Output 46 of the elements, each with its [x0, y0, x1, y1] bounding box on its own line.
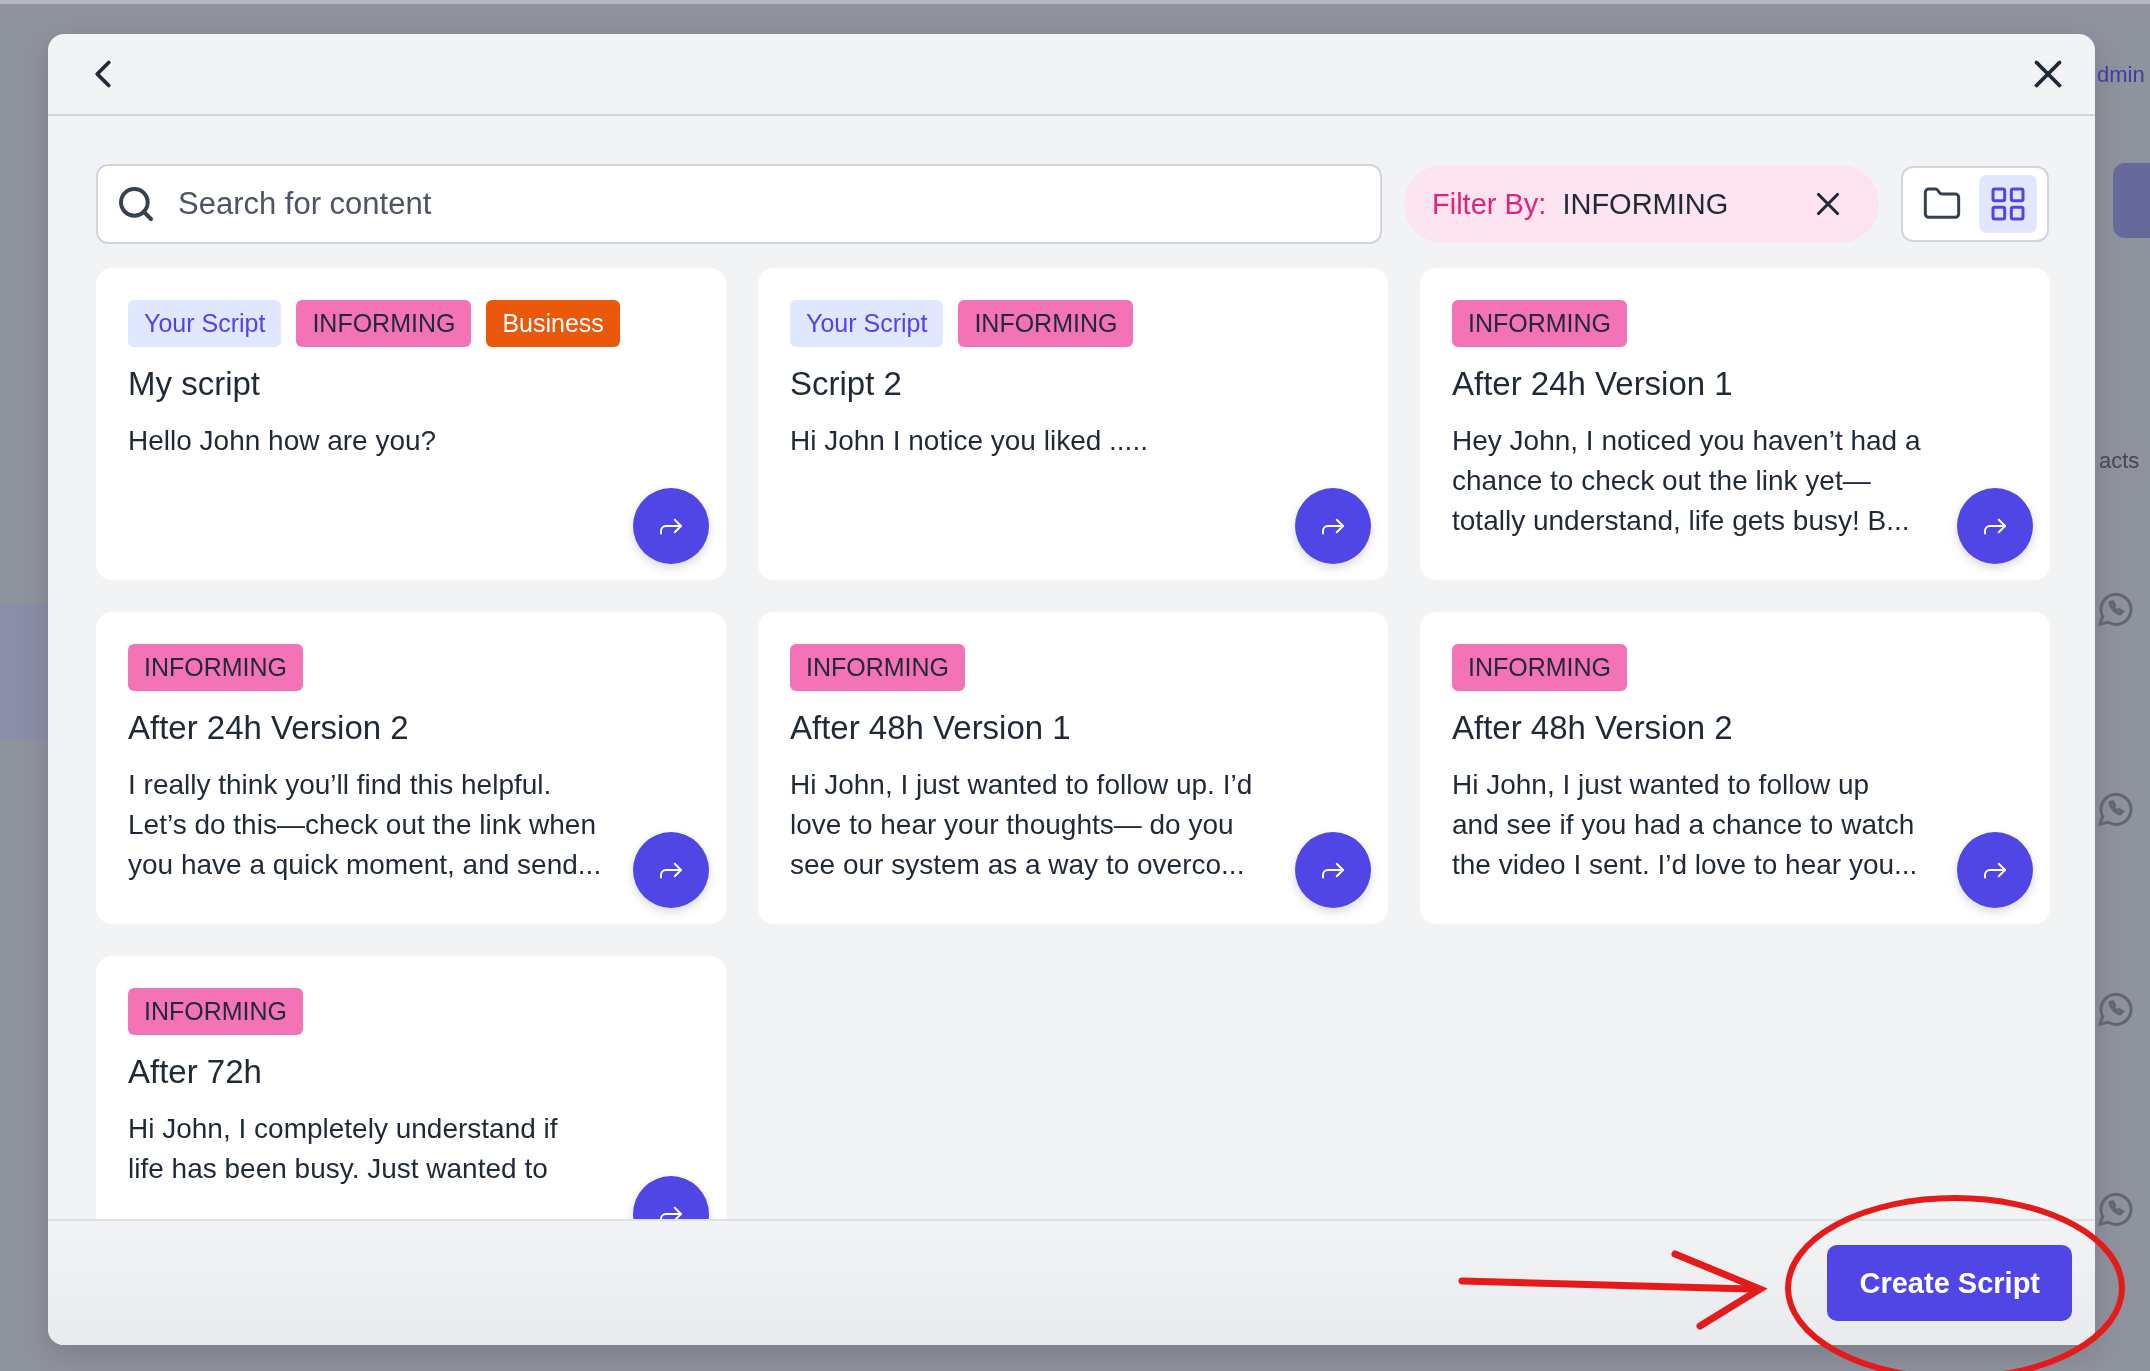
tag: INFORMING: [958, 300, 1134, 347]
tag: INFORMING: [1452, 300, 1628, 347]
script-preview: Hey John, I noticed you haven’t had a chance to check out the link yet— totally understand, life gets busy! B...: [1452, 424, 1921, 538]
filter-value: INFORMING: [1562, 187, 1730, 221]
create-script-button[interactable]: Create Script: [1827, 1245, 2072, 1321]
share-button[interactable]: [1957, 488, 2033, 564]
script-card[interactable]: INFORMING After 24h Version 2 I really think you’ll find this helpful. Let’s do this—check out the link when you have a quick moment, and send...: [96, 612, 726, 924]
script-preview: I really think you’ll find this helpful. Let’s do this—check out the link when you have a quick moment, and send...: [128, 768, 602, 882]
script-card[interactable]: INFORMING After 48h Version 2 Hi John, I just wanted to follow up and see if you had a chance to watch the video I sent. I’d love to hear you...: [1420, 612, 2050, 924]
search-icon: [116, 184, 156, 224]
script-card[interactable]: Your Script INFORMING Business My script Hello John how are you?: [96, 268, 726, 580]
script-title: After 48h Version 1: [790, 709, 1072, 747]
script-card[interactable]: INFORMING After 24h Version 1 Hey John, I noticed you haven’t had a chance to check out the link yet— totally understand, life gets busy! B...: [1420, 268, 2050, 580]
tag: Business: [486, 300, 620, 347]
script-preview: Hello John how are you?: [128, 424, 437, 458]
tag: INFORMING: [1452, 644, 1628, 691]
script-card[interactable]: INFORMING After 48h Version 1 Hi John, I just wanted to follow up. I’d love to hear your thoughts— do you see our system as a way to overco...: [758, 612, 1388, 924]
tag: INFORMING: [296, 300, 472, 347]
tag: Your Script: [128, 300, 282, 347]
tag: Your Script: [790, 300, 944, 347]
script-preview: Hi John, I just wanted to follow up. I’d love to hear your thoughts— do you see our system as a way to overco...: [790, 768, 1253, 882]
script-title: My script: [128, 365, 261, 403]
script-preview: Hi John, I just wanted to follow up and see if you had a chance to watch the video I sent. I’d love to hear you...: [1452, 768, 1918, 882]
share-button[interactable]: [1295, 832, 1371, 908]
script-card[interactable]: Your Script INFORMING Script 2 Hi John I notice you liked .....: [758, 268, 1388, 580]
background-text: dmin: [2097, 62, 2145, 88]
share-button[interactable]: [1957, 832, 2033, 908]
script-preview: Hi John I notice you liked .....: [790, 424, 1148, 458]
script-title: After 72h: [128, 1053, 263, 1091]
script-title: Script 2: [790, 365, 903, 403]
script-title: After 24h Version 1: [1452, 365, 1734, 403]
script-card[interactable]: INFORMING After 72h Hi John, I completely understand if life has been busy. Just wanted to: [96, 956, 726, 1219]
share-button[interactable]: [1295, 488, 1371, 564]
grid-view-button[interactable]: [1979, 175, 2037, 233]
tag: INFORMING: [790, 644, 966, 691]
background-text: acts: [2099, 448, 2140, 474]
tag: INFORMING: [128, 644, 304, 691]
tag: INFORMING: [128, 988, 304, 1035]
script-title: After 24h Version 2: [128, 709, 410, 747]
filter-label: Filter By:: [1432, 187, 1547, 221]
script-title: After 48h Version 2: [1452, 709, 1734, 747]
search-field[interactable]: Search for content: [96, 164, 1382, 244]
share-button[interactable]: [633, 832, 709, 908]
search-input[interactable]: Search for content: [176, 185, 1362, 223]
share-button[interactable]: [633, 488, 709, 564]
script-preview: Hi John, I completely understand if life has been busy. Just wanted to: [128, 1112, 558, 1186]
